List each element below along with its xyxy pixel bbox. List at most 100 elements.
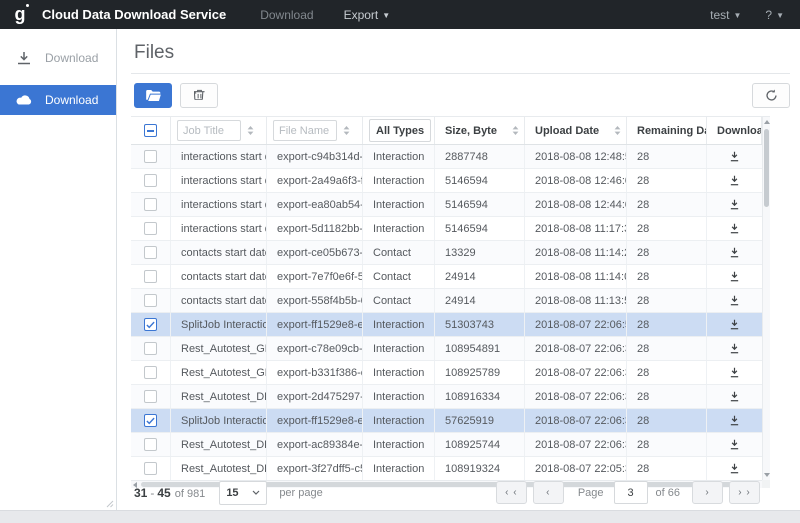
cell-job-title: Rest_Autotest_GET... <box>171 361 267 384</box>
download-file-button[interactable] <box>707 337 762 360</box>
user-menu[interactable]: test▼ <box>710 8 741 22</box>
logo-dot <box>26 4 29 7</box>
prev-page-button[interactable]: ‹ <box>533 481 564 504</box>
first-page-button[interactable]: ‹ ‹ <box>496 481 527 504</box>
cell-remaining-days: 28 <box>627 361 707 384</box>
nav-download[interactable]: Download <box>260 8 313 22</box>
sidebar-resize-handle-icon[interactable] <box>106 500 114 508</box>
cell-file-name: export-c94b314d-e8... <box>267 145 363 168</box>
scroll-down-arrow-icon[interactable] <box>764 473 770 477</box>
delete-files-button[interactable] <box>180 83 218 108</box>
refresh-icon <box>765 89 778 102</box>
table-row[interactable]: SplitJob Interaction ...export-ff1529e8-… <box>131 313 762 337</box>
download-file-button[interactable] <box>707 193 762 216</box>
row-checkbox[interactable] <box>144 246 157 259</box>
cell-upload-date: 2018-08-07 22:06:38 <box>525 385 627 408</box>
nav-export[interactable]: Export▼ <box>344 8 391 22</box>
user-menu-label: test <box>710 8 729 22</box>
row-checkbox[interactable] <box>144 390 157 403</box>
download-file-button[interactable] <box>707 145 762 168</box>
row-checkbox[interactable] <box>144 150 157 163</box>
cell-size: 57625919 <box>435 409 525 432</box>
table-row[interactable]: Rest_Autotest_DEL...export-2d475297-9ff.… <box>131 385 762 409</box>
download-file-button[interactable] <box>707 217 762 240</box>
download-file-button[interactable] <box>707 265 762 288</box>
cell-upload-date: 2018-08-08 12:44:06 <box>525 193 627 216</box>
sort-size-icon[interactable] <box>512 126 519 135</box>
vertical-scrollbar-thumb[interactable] <box>764 129 769 207</box>
sidebar-item-download-active[interactable]: Download <box>0 85 116 115</box>
cell-upload-date: 2018-08-08 11:13:51 <box>525 289 627 312</box>
table-row[interactable]: contacts start date ...export-7e7f0e6f-5… <box>131 265 762 289</box>
file-name-filter-input[interactable] <box>273 120 337 141</box>
table-row[interactable]: Rest_Autotest_DEL...export-3f27dff5-c51.… <box>131 457 762 481</box>
row-checkbox[interactable] <box>144 414 157 427</box>
cell-remaining-days: 28 <box>627 457 707 480</box>
row-checkbox-cell <box>131 169 171 192</box>
row-checkbox[interactable] <box>144 198 157 211</box>
download-icon <box>729 175 740 186</box>
row-checkbox[interactable] <box>144 438 157 451</box>
table-row[interactable]: contacts start dateexport-558f4b5b-040..… <box>131 289 762 313</box>
table-row[interactable]: contacts start date ...export-ce05b673-c… <box>131 241 762 265</box>
download-file-button[interactable] <box>707 433 762 456</box>
chevron-down-icon: ▼ <box>776 11 784 20</box>
row-checkbox[interactable] <box>144 270 157 283</box>
download-file-button[interactable] <box>707 169 762 192</box>
checkmark-icon <box>146 321 155 329</box>
row-checkbox[interactable] <box>144 174 157 187</box>
table-row[interactable]: Rest_Autotest_DEL...export-ac89384e-31..… <box>131 433 762 457</box>
download-icon <box>729 391 740 402</box>
download-file-button[interactable] <box>707 313 762 336</box>
sort-file-name-icon[interactable] <box>343 126 350 135</box>
scroll-up-arrow-icon[interactable] <box>764 120 770 124</box>
sort-upload-date-icon[interactable] <box>614 126 621 135</box>
cell-remaining-days: 28 <box>627 289 707 312</box>
row-checkbox[interactable] <box>144 462 157 475</box>
row-checkbox[interactable] <box>144 366 157 379</box>
type-filter-select[interactable]: All Types <box>369 119 431 142</box>
page-size-select[interactable]: 15 <box>219 481 267 505</box>
row-checkbox[interactable] <box>144 342 157 355</box>
page-number-input[interactable] <box>614 481 648 504</box>
next-page-button[interactable]: › <box>692 481 723 504</box>
cell-upload-date: 2018-08-08 12:46:09 <box>525 169 627 192</box>
download-file-button[interactable] <box>707 457 762 480</box>
cell-file-name: export-b331f386-efa... <box>267 361 363 384</box>
nav-export-label: Export <box>344 8 379 22</box>
sidebar-item-download[interactable]: Download <box>0 43 116 73</box>
per-page-label: per page <box>279 487 322 499</box>
row-checkbox-cell <box>131 385 171 408</box>
row-checkbox[interactable] <box>144 294 157 307</box>
table-row[interactable]: SplitJob Interaction ...export-ff1529e8-… <box>131 409 762 433</box>
move-to-folder-button[interactable] <box>134 83 172 108</box>
download-icon <box>729 199 740 210</box>
help-menu[interactable]: ?▼ <box>765 8 784 22</box>
range-total: of 981 <box>175 488 206 500</box>
table-row[interactable]: Rest_Autotest_GET...export-c78e09cb-57..… <box>131 337 762 361</box>
row-checkbox[interactable] <box>144 222 157 235</box>
download-file-button[interactable] <box>707 361 762 384</box>
table-row[interactable]: interactions start da...export-ea80ab54-… <box>131 193 762 217</box>
table-row[interactable]: interactions start da...export-5d1182bb-… <box>131 217 762 241</box>
download-file-button[interactable] <box>707 289 762 312</box>
cell-remaining-days: 28 <box>627 433 707 456</box>
cell-upload-date: 2018-08-07 22:05:39 <box>525 457 627 480</box>
job-title-filter-input[interactable] <box>177 120 241 141</box>
last-page-button[interactable]: › › <box>729 481 760 504</box>
cell-job-title: contacts start date ... <box>171 241 267 264</box>
row-checkbox[interactable] <box>144 318 157 331</box>
download-file-button[interactable] <box>707 241 762 264</box>
table-row[interactable]: Rest_Autotest_GET...export-b331f386-efa.… <box>131 361 762 385</box>
table-row[interactable]: interactions start da...export-2a49a6f3-… <box>131 169 762 193</box>
cell-remaining-days: 28 <box>627 409 707 432</box>
download-file-button[interactable] <box>707 385 762 408</box>
table-row[interactable]: interactions start da...export-c94b314d-… <box>131 145 762 169</box>
download-icon <box>729 151 740 162</box>
select-all-checkbox[interactable] <box>144 124 157 137</box>
download-file-button[interactable] <box>707 409 762 432</box>
sort-job-title-icon[interactable] <box>247 126 254 135</box>
refresh-button[interactable] <box>752 83 790 108</box>
row-checkbox-cell <box>131 145 171 168</box>
vertical-scrollbar[interactable] <box>762 117 770 480</box>
